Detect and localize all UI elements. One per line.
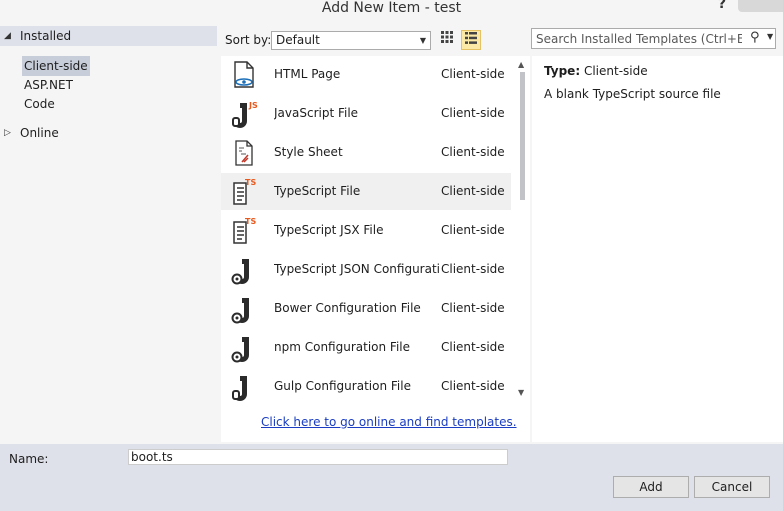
detail-description: A blank TypeScript source file — [544, 87, 721, 101]
html-icon — [234, 61, 254, 88]
name-label: Name: — [9, 452, 49, 466]
small-icons-view-button[interactable] — [437, 30, 457, 50]
help-icon[interactable]: ? — [718, 0, 726, 12]
title-bar: Add New Item - test ? — [0, 0, 783, 22]
close-button[interactable] — [738, 0, 783, 12]
add-button[interactable]: Add — [613, 476, 689, 498]
window-title: Add New Item - test — [321, 0, 462, 16]
tree-item-asp-net[interactable]: ASP.NET — [22, 75, 75, 95]
dialog-footer: Add Cancel — [0, 474, 783, 511]
name-bar: Name: — [0, 444, 783, 474]
template-list: HTML Page Client-side JS JavaScript File… — [221, 56, 530, 442]
list-item[interactable]: TS TypeScript File Client-side — [221, 173, 511, 210]
name-input[interactable] — [128, 449, 508, 465]
toolbar: Sort by: Default ▼ ⚲ ▼ — [221, 26, 783, 54]
svg-text:TS: TS — [245, 178, 256, 187]
list-icon — [465, 32, 477, 44]
js-icon: JS — [232, 101, 258, 128]
list-item[interactable]: Style Sheet Client-side — [221, 134, 511, 171]
collapsed-arrow-icon: ▷ — [4, 128, 11, 138]
scroll-up-icon[interactable]: ▲ — [518, 60, 524, 69]
list-item[interactable]: TypeScript JSON Configurati... Client-si… — [221, 251, 511, 288]
list-view-button[interactable] — [461, 30, 481, 50]
search-box[interactable]: ⚲ ▼ — [531, 28, 776, 49]
search-options-chevron-icon[interactable]: ▼ — [767, 32, 773, 41]
config-icon — [231, 298, 249, 324]
tree-item-client-side[interactable]: Client-side — [22, 56, 90, 76]
js-icon — [232, 376, 247, 401]
expanded-arrow-icon: ◢ — [4, 31, 11, 41]
list-scrollbar[interactable]: ▲ ▼ — [516, 56, 530, 402]
css-icon — [235, 140, 253, 166]
ts-icon: TS — [233, 178, 256, 205]
list-item[interactable]: HTML Page Client-side — [221, 56, 511, 93]
find-online-templates-link[interactable]: Click here to go online and find templat… — [261, 415, 517, 429]
tree-node-installed[interactable]: ◢ Installed — [0, 26, 217, 46]
config-icon — [231, 259, 249, 285]
ts-icon: TS — [233, 217, 256, 244]
detail-type: Type: Client-side — [544, 64, 648, 78]
sort-dropdown[interactable]: Default ▼ — [271, 31, 431, 50]
search-icon[interactable]: ⚲ — [750, 30, 760, 45]
list-item[interactable]: Gulp Configuration File Client-side — [221, 368, 511, 405]
sort-label: Sort by: — [225, 33, 272, 47]
scroll-down-icon[interactable]: ▼ — [518, 388, 524, 397]
scrollbar-thumb[interactable] — [520, 72, 525, 200]
config-icon — [231, 337, 249, 363]
list-item[interactable]: TS TypeScript JSX File Client-side — [221, 212, 511, 249]
template-tree: ◢ Installed Client-side ASP.NET Code ▷ O… — [0, 26, 217, 442]
svg-text:TS: TS — [245, 217, 256, 226]
search-input[interactable] — [532, 29, 742, 48]
svg-text:JS: JS — [248, 101, 258, 110]
chevron-down-icon: ▼ — [419, 36, 426, 45]
list-item[interactable]: npm Configuration File Client-side — [221, 329, 511, 366]
list-item[interactable]: Bower Configuration File Client-side — [221, 290, 511, 327]
cancel-button[interactable]: Cancel — [694, 476, 770, 498]
details-panel: Type: Client-side A blank TypeScript sou… — [532, 56, 783, 442]
grid-icon — [441, 31, 453, 43]
tree-item-code[interactable]: Code — [22, 94, 57, 114]
list-item[interactable]: JS JavaScript File Client-side — [221, 95, 511, 132]
